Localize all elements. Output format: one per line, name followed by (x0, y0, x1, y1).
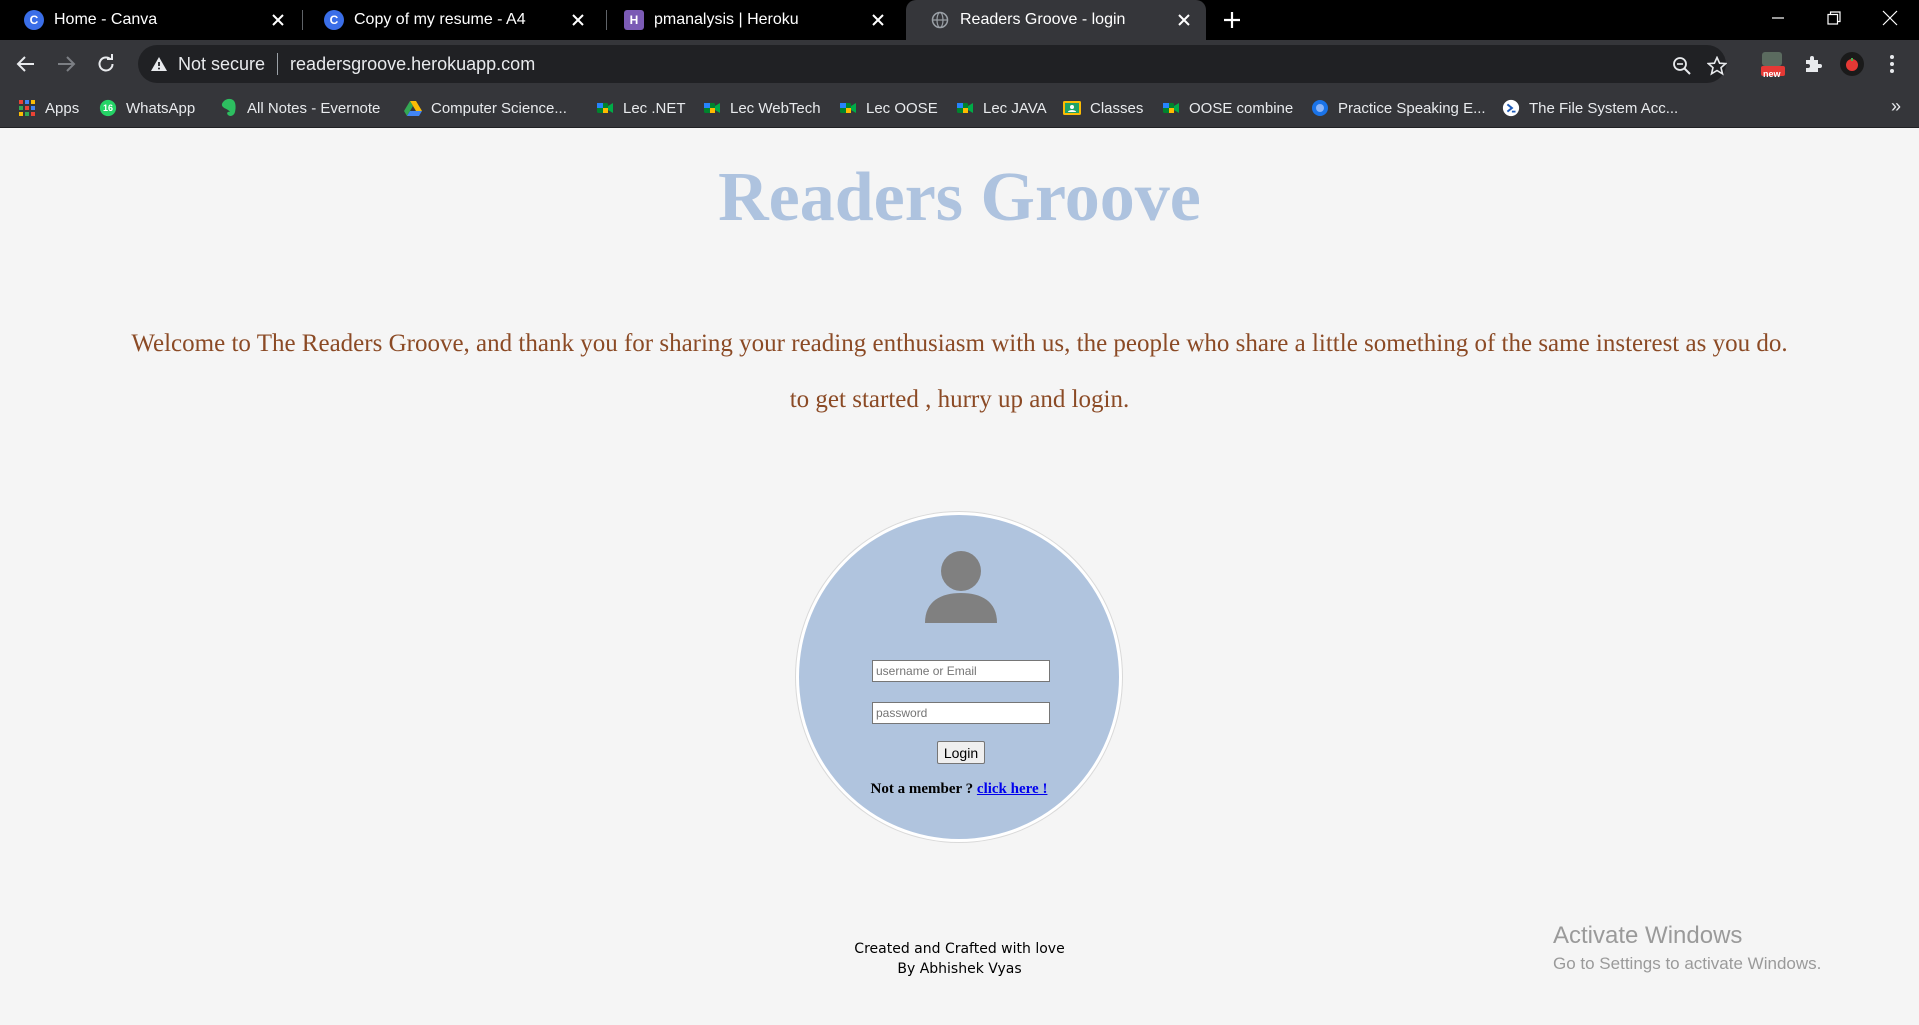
signup-prompt: Not a member ? click here ! (799, 781, 1119, 798)
welcome-message: Welcome to The Readers Groove, and thank… (131, 330, 1788, 357)
circle-blue-icon (1311, 99, 1329, 117)
bookmark-label: All Notes - Evernote (247, 99, 381, 117)
back-button[interactable] (10, 48, 42, 80)
evernote-icon (220, 98, 238, 117)
drive-icon (404, 99, 422, 117)
address-divider (277, 53, 279, 75)
bookmark-oose-combine[interactable]: OOSE combine (1162, 96, 1293, 120)
activate-windows-watermark: Activate Windows Go to Settings to activ… (1553, 922, 1821, 974)
tab-readers-groove[interactable]: Readers Groove - login (906, 0, 1206, 40)
bookmark-classes[interactable]: Classes (1063, 96, 1143, 120)
bookmark-label: Computer Science... (431, 99, 567, 117)
tab-title: pmanalysis | Heroku (654, 11, 799, 28)
bookmark-apps[interactable]: Apps (18, 96, 79, 120)
canva-icon: C (324, 10, 344, 30)
meet-icon (839, 99, 857, 117)
meet-icon (1162, 99, 1180, 117)
url-text[interactable]: readersgroove.herokuapp.com (290, 54, 535, 75)
canva-icon: C (24, 10, 44, 30)
bookmark-star-icon[interactable] (1706, 55, 1728, 77)
extension-new-icon[interactable]: new (1756, 48, 1788, 80)
whatsapp-icon: 16 (99, 99, 117, 117)
whatsapp-badge: 16 (102, 103, 113, 113)
site-title: Readers Groove (718, 159, 1201, 236)
zoom-icon[interactable] (1671, 55, 1693, 77)
bookmark-lec-oose[interactable]: Lec OOSE (839, 96, 938, 120)
security-status[interactable]: Not secure (178, 54, 265, 75)
browser-toolbar: Not secure readersgroove.herokuapp.com n… (0, 40, 1919, 88)
bookmark-label: Lec JAVA (983, 99, 1047, 117)
signup-link[interactable]: click here ! (977, 781, 1048, 797)
get-started-message: to get started , hurry up and login. (789, 386, 1130, 413)
login-panel: Login Not a member ? click here ! (796, 512, 1122, 842)
close-icon[interactable] (268, 10, 288, 30)
menu-kebab-icon[interactable] (1876, 48, 1908, 80)
address-bar[interactable]: Not secure readersgroove.herokuapp.com (138, 45, 1728, 83)
meet-icon (956, 99, 974, 117)
tab-title: Home - Canva (54, 11, 158, 28)
password-input[interactable] (872, 702, 1050, 724)
watermark-subtitle: Go to Settings to activate Windows. (1553, 954, 1822, 973)
bookmarks-overflow-button[interactable]: » (1891, 96, 1901, 117)
classroom-icon (1063, 99, 1081, 117)
tab-strip: C Home - Canva C Copy of my resume - A4 … (0, 0, 1919, 40)
bookmark-label: OOSE combine (1189, 99, 1294, 117)
bookmark-file-system[interactable]: The File System Acc... (1502, 96, 1678, 120)
not-member-text: Not a member ? (870, 781, 977, 797)
tab-heroku[interactable]: H pmanalysis | Heroku (600, 0, 900, 40)
bookmark-label: Classes (1090, 99, 1144, 117)
bookmark-whatsapp[interactable]: 16 WhatsApp (99, 96, 195, 120)
bookmark-label: Lec OOSE (866, 99, 938, 117)
warning-icon[interactable] (150, 56, 170, 72)
bookmark-label: WhatsApp (126, 99, 196, 117)
tab-resume[interactable]: C Copy of my resume - A4 (300, 0, 600, 40)
close-icon[interactable] (1174, 10, 1194, 30)
new-tab-button[interactable] (1218, 6, 1246, 34)
minimize-button[interactable] (1750, 0, 1806, 36)
reload-button[interactable] (90, 48, 122, 80)
bookmark-evernote[interactable]: All Notes - Evernote (220, 96, 380, 120)
meet-icon (703, 99, 721, 117)
tab-title: Readers Groove - login (960, 11, 1126, 28)
page-content: Readers Groove Welcome to The Readers Gr… (0, 128, 1919, 1025)
tab-home-canva[interactable]: C Home - Canva (0, 0, 300, 40)
bookmark-lec-webtech[interactable]: Lec WebTech (703, 96, 821, 120)
close-window-button[interactable] (1862, 0, 1918, 36)
bookmark-lec-net[interactable]: Lec .NET (596, 96, 686, 120)
restore-button[interactable] (1806, 0, 1862, 36)
apps-grid-icon (18, 99, 36, 117)
bookmarks-bar: Apps 16 WhatsApp All Notes - Evernote Co… (0, 88, 1919, 128)
close-icon[interactable] (568, 10, 588, 30)
bookmark-lec-java[interactable]: Lec JAVA (956, 96, 1047, 120)
close-icon[interactable] (868, 10, 888, 30)
powershell-icon (1502, 99, 1520, 117)
bookmark-label: Practice Speaking E... (1338, 99, 1486, 117)
login-button[interactable]: Login (937, 741, 985, 764)
username-input[interactable] (872, 660, 1050, 682)
bookmark-label: The File System Acc... (1529, 99, 1679, 117)
watermark-title: Activate Windows (1553, 922, 1743, 949)
forward-button[interactable] (50, 48, 82, 80)
bookmark-label: Lec .NET (623, 99, 686, 117)
heroku-icon: H (624, 10, 644, 30)
profile-avatar[interactable] (1836, 48, 1868, 80)
bookmark-label: Lec WebTech (730, 99, 821, 117)
extensions-puzzle-icon[interactable] (1797, 48, 1829, 80)
bookmark-practice-speaking[interactable]: Practice Speaking E... (1311, 96, 1486, 120)
bookmark-computer-science[interactable]: Computer Science... (404, 96, 567, 120)
globe-icon (930, 10, 950, 30)
bookmark-label: Apps (45, 99, 80, 117)
meet-icon (596, 99, 614, 117)
user-avatar-icon (925, 551, 997, 623)
tab-title: Copy of my resume - A4 (354, 11, 526, 28)
extension-badge: new (1763, 69, 1781, 79)
